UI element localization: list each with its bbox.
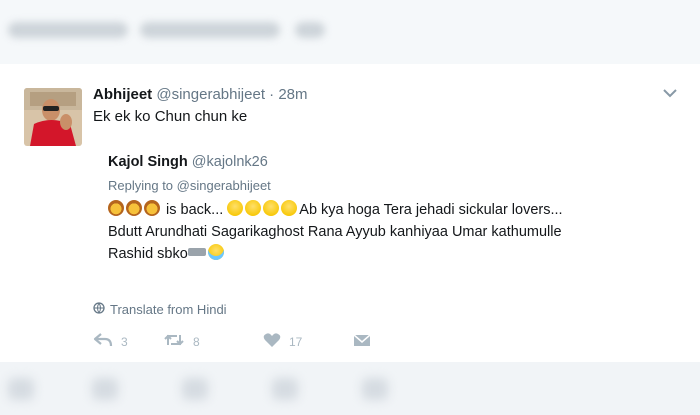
quoted-text-part: is back... xyxy=(166,202,224,218)
blurred-next-tweet xyxy=(0,362,700,415)
retweet-button[interactable]: 8 xyxy=(163,332,263,351)
blurred-icon xyxy=(362,378,388,400)
translate-link[interactable]: Translate from Hindi xyxy=(93,302,227,317)
heart-icon xyxy=(263,332,281,351)
quoted-text-line: Bdutt Arundhati Sagarikaghost Rana Ayyub… xyxy=(108,224,562,240)
quoted-text-part: Rashid sbko xyxy=(108,246,188,262)
lion-emoji-icon xyxy=(144,200,160,216)
gun-emoji-icon xyxy=(187,248,206,256)
translate-label: Translate from Hindi xyxy=(110,302,227,317)
retweet-count: 8 xyxy=(193,334,200,349)
quoted-author-handle[interactable]: @kajolnk26 xyxy=(192,154,268,170)
tweet-text: Ek ek ko Chun chun ke xyxy=(93,108,248,125)
reply-count: 3 xyxy=(121,334,128,349)
reply-icon xyxy=(93,332,113,351)
retweet-icon xyxy=(163,332,185,351)
like-button[interactable]: 17 xyxy=(263,332,353,351)
reply-button[interactable]: 3 xyxy=(93,332,163,351)
grin-emoji-icon xyxy=(281,200,298,216)
author-name[interactable]: Abhijeet xyxy=(93,86,152,103)
tweet-card[interactable]: Abhijeet @singerabhijeet · 28m Ek ek ko … xyxy=(0,64,700,363)
quoted-author-name[interactable]: Kajol Singh xyxy=(108,154,188,170)
lion-emoji-icon xyxy=(126,200,142,216)
chevron-down-icon[interactable] xyxy=(661,86,679,100)
blurred-icon xyxy=(8,378,34,400)
tweet-header: Abhijeet @singerabhijeet · 28m xyxy=(93,86,308,103)
quoted-tweet[interactable]: Kajol Singh @kajolnk26 Replying to @sing… xyxy=(108,154,668,265)
blurred-text xyxy=(8,22,128,38)
blurred-text xyxy=(295,22,325,38)
replying-to: Replying to @singerabhijeet xyxy=(108,178,271,193)
grin-emoji-icon xyxy=(227,200,244,216)
quoted-text: is back... Ab kya hoga Tera jehadi sicku… xyxy=(108,199,668,265)
tweet-timestamp[interactable]: 28m xyxy=(278,86,307,103)
separator-dot: · xyxy=(269,86,275,103)
quoted-header: Kajol Singh @kajolnk26 xyxy=(108,154,668,170)
blurred-icon xyxy=(182,378,208,400)
tweet-actions: 3 8 17 xyxy=(93,332,371,351)
blurred-text xyxy=(140,22,280,38)
globe-icon xyxy=(93,302,105,317)
blurred-icon xyxy=(92,378,118,400)
blurred-previous-tweet xyxy=(0,0,700,64)
author-handle[interactable]: @singerabhijeet xyxy=(156,86,265,103)
blurred-icon xyxy=(272,378,298,400)
grin-emoji-icon xyxy=(263,200,280,216)
direct-message-button[interactable] xyxy=(353,332,371,351)
envelope-icon xyxy=(353,332,371,351)
laughing-tears-emoji-icon xyxy=(207,244,224,260)
quoted-text-part: Ab kya hoga Tera jehadi sickular lovers.… xyxy=(299,202,563,218)
lion-emoji-icon xyxy=(108,200,124,216)
like-count: 17 xyxy=(289,334,303,349)
avatar[interactable] xyxy=(24,88,82,146)
grin-emoji-icon xyxy=(245,200,262,216)
